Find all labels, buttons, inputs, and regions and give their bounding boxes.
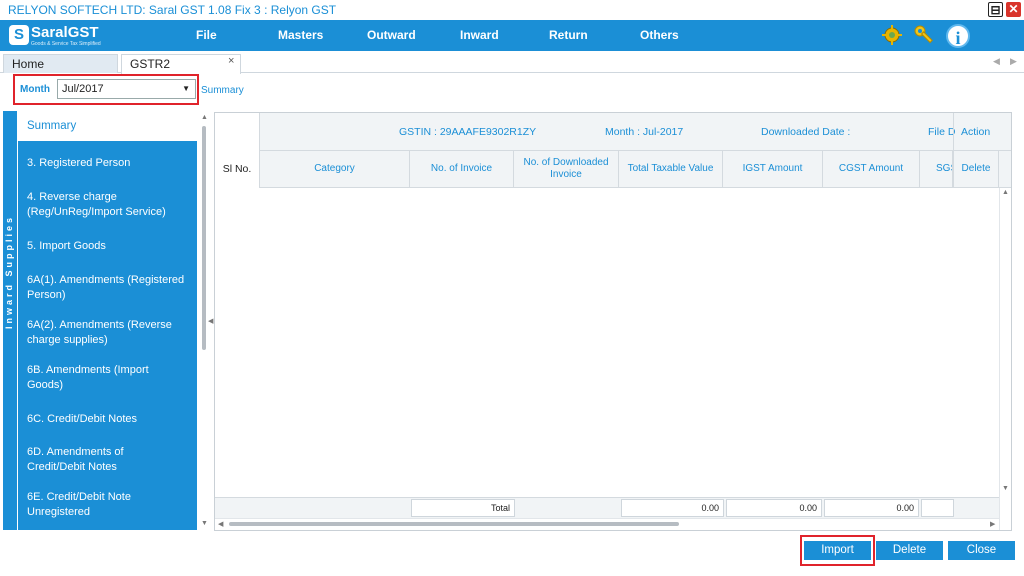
col-no-of-downloaded-invoice[interactable]: No. of Downloaded Invoice [514,151,619,187]
col-sl-no: Sl No. [215,151,260,188]
menu-bar [0,20,1024,51]
grid-column-header: Category No. of Invoice No. of Downloade… [215,151,1011,188]
sidebar-scroll-thumb[interactable] [202,126,206,350]
sidebar-item-import-goods[interactable]: 5. Import Goods [18,239,197,254]
chevron-down-icon: ▼ [182,84,190,93]
tab-home[interactable]: Home [3,54,118,73]
minimize-icon[interactable]: ⊟ [988,2,1003,17]
grid-vertical-scrollbar[interactable] [999,188,1011,530]
downloaded-date-text: Downloaded Date : [761,126,851,138]
collapse-left-icon[interactable]: ◀ [208,317,213,325]
grid-scroll-up-icon[interactable]: ▲ [1002,189,1009,196]
scroll-down-icon[interactable]: ▼ [201,520,208,527]
tab-scroll-right-icon[interactable]: ▶ [1010,56,1017,67]
col-total-taxable-value[interactable]: Total Taxable Value [619,151,723,187]
grid-scroll-down-icon[interactable]: ▼ [1002,485,1009,492]
sidebar-item-registered-person[interactable]: 3. Registered Person [18,156,197,171]
summary-grid: GSTIN : 29AAAFE9302R1ZY Month : Jul-2017… [214,112,1012,531]
sidebar-item-6e-unregistered[interactable]: 6E. Credit/Debit Note Unregistered [18,490,158,520]
total-taxable-value: 0.00 [621,499,724,517]
info-icon[interactable]: i [946,24,970,48]
menu-outward[interactable]: Outward [367,20,416,51]
close-button[interactable]: Close [948,541,1015,560]
month-label: Month [20,84,50,95]
month-text: Month : Jul-2017 [605,126,684,138]
tab-scroll-left-icon[interactable]: ◀ [993,56,1000,67]
grid-info-header: GSTIN : 29AAAFE9302R1ZY Month : Jul-2017… [215,113,1011,188]
key-icon[interactable] [912,24,936,48]
sidebar-item-6b-amendments[interactable]: 6B. Amendments (Import Goods) [18,363,168,393]
sidebar-item-6d-amendments[interactable]: 6D. Amendments of Credit/Debit Notes [18,445,158,475]
sidebar-item-6a2-amendments[interactable]: 6A(2). Amendments (Reverse charge suppli… [18,318,188,348]
import-button[interactable]: Import [804,541,871,560]
menu-return[interactable]: Return [549,20,588,51]
sidebar-item-reverse-charge[interactable]: 4. Reverse charge (Reg/UnReg/Import Serv… [18,190,194,220]
summary-link[interactable]: Summary [201,85,244,96]
sidebar-item-6a1-amendments[interactable]: 6A(1). Amendments (Registered Person) [18,273,194,303]
menu-masters[interactable]: Masters [278,20,323,51]
sidebar-item-6c-credit-debit[interactable]: 6C. Credit/Debit Notes [18,412,197,427]
window-title: RELYON SOFTECH LTD: Saral GST 1.08 Fix 3… [0,0,1024,20]
col-delete[interactable]: Delete [953,151,999,187]
delete-button[interactable]: Delete [876,541,943,560]
gear-icon[interactable] [880,24,904,48]
menu-others[interactable]: Others [640,20,679,51]
gstin-text: GSTIN : 29AAAFE9302R1ZY [399,126,537,138]
app-logo: S SaralGST Goods & Service Tax Simplifie… [9,24,101,47]
col-category[interactable]: Category [260,151,410,187]
total-sgst [921,499,954,517]
sidebar-item-summary[interactable]: Summary [18,111,197,141]
tab-gstr2[interactable]: GSTR2 [121,54,241,74]
scroll-up-icon[interactable]: ▲ [201,114,208,121]
close-window-icon[interactable]: ✕ [1006,2,1021,17]
month-value: Jul/2017 [62,83,104,95]
col-cgst-amount[interactable]: CGST Amount [823,151,920,187]
sidebar-nav: Summary 3. Registered Person 4. Reverse … [18,111,197,530]
file-date-text: File D [928,126,956,138]
action-header: Action [961,126,991,138]
col-igst-amount[interactable]: IGST Amount [723,151,823,187]
total-cgst: 0.00 [824,499,919,517]
logo-tagline: Goods & Service Tax Simplified [31,41,101,47]
tab-close-icon[interactable]: × [228,55,234,67]
grid-hscroll-thumb[interactable] [229,522,679,526]
inward-supplies-label: Inward Supplies [4,215,14,330]
logo-name: SaralGST [31,24,99,41]
month-dropdown[interactable]: Jul/2017 ▼ [57,79,196,99]
logo-mark: S [9,25,29,45]
total-label: Total [411,499,515,517]
grid-scroll-right-icon[interactable]: ▶ [990,520,995,528]
col-sgst-amount[interactable]: SGS [920,151,953,187]
col-no-of-invoice[interactable]: No. of Invoice [410,151,514,187]
grid-scroll-left-icon[interactable]: ◀ [218,520,223,528]
menu-file[interactable]: File [196,20,217,51]
total-igst: 0.00 [726,499,822,517]
menu-inward[interactable]: Inward [460,20,499,51]
